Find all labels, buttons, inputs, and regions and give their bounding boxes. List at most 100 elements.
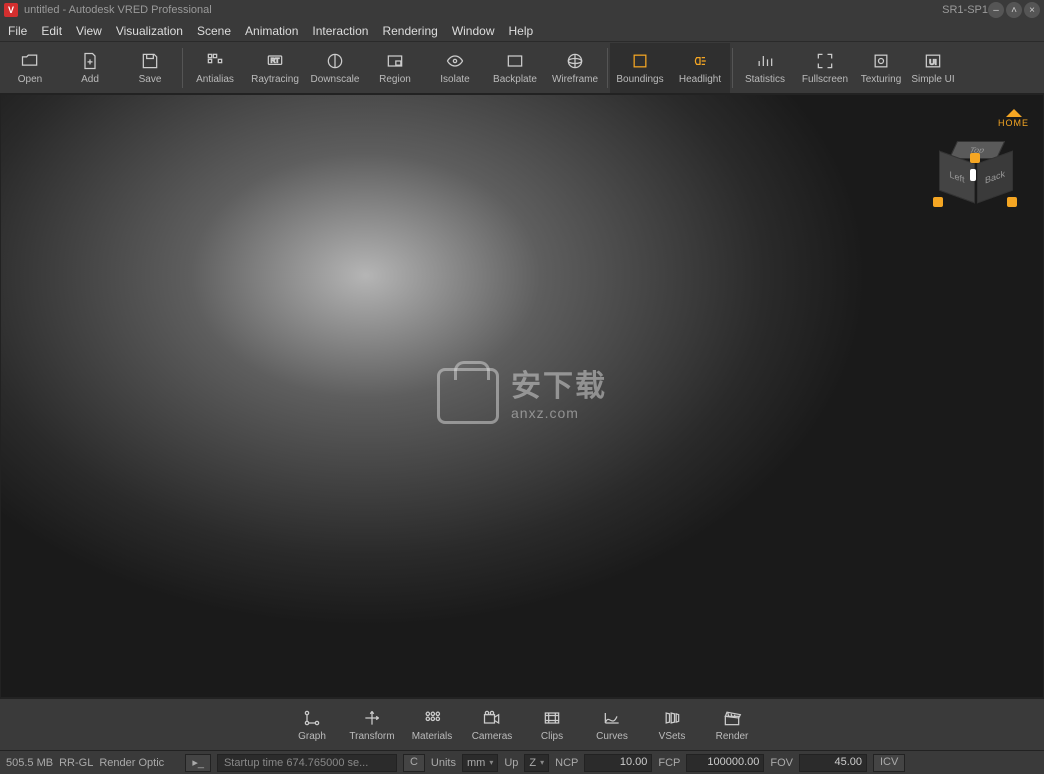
- add-button[interactable]: Add: [60, 43, 120, 93]
- save-button[interactable]: Save: [120, 43, 180, 93]
- folder-open-icon: [18, 50, 42, 72]
- boundings-button[interactable]: Boundings: [610, 43, 670, 93]
- sr-label: SR1-SP1: [942, 4, 988, 16]
- up-dropdown[interactable]: Z: [524, 754, 549, 772]
- transform-button[interactable]: Transform: [342, 700, 402, 750]
- ui-icon: UI: [921, 50, 945, 72]
- wireframe-label: Wireframe: [552, 74, 598, 85]
- region-label: Region: [379, 74, 411, 85]
- simple-ui-label: Simple UI: [911, 74, 954, 85]
- menu-interaction[interactable]: Interaction: [312, 24, 368, 38]
- ncp-label: NCP: [555, 757, 578, 769]
- units-dropdown[interactable]: mm: [462, 754, 498, 772]
- clips-label: Clips: [541, 731, 563, 742]
- region-button[interactable]: Region: [365, 43, 425, 93]
- render-button[interactable]: Render: [702, 700, 762, 750]
- clapper-icon: [720, 707, 744, 729]
- cube-face-back[interactable]: Back: [977, 150, 1013, 203]
- transform-label: Transform: [349, 731, 394, 742]
- boundings-label: Boundings: [616, 74, 663, 85]
- menu-animation[interactable]: Animation: [245, 24, 298, 38]
- backplate-icon: [503, 50, 527, 72]
- statistics-label: Statistics: [745, 74, 785, 85]
- menu-edit[interactable]: Edit: [41, 24, 62, 38]
- memory-label: 505.5 MB: [6, 757, 53, 769]
- menu-file[interactable]: File: [8, 24, 27, 38]
- startup-message: Startup time 674.765000 se...: [217, 754, 397, 772]
- vsets-label: VSets: [659, 731, 686, 742]
- c-button[interactable]: C: [403, 754, 425, 772]
- curves-label: Curves: [596, 731, 628, 742]
- clips-button[interactable]: Clips: [522, 700, 582, 750]
- svg-text:UI: UI: [929, 57, 937, 66]
- cube-face-top[interactable]: Top: [949, 141, 1005, 159]
- backplate-label: Backplate: [493, 74, 537, 85]
- vsets-button[interactable]: VSets: [642, 700, 702, 750]
- statistics-icon: [753, 50, 777, 72]
- divider: [182, 48, 183, 88]
- ncp-field[interactable]: 10.00: [584, 754, 652, 772]
- texturing-label: Texturing: [861, 74, 902, 85]
- simple-ui-button[interactable]: UI Simple UI: [907, 43, 959, 93]
- open-button[interactable]: Open: [0, 43, 60, 93]
- svg-text:RT: RT: [271, 58, 280, 65]
- fullscreen-button[interactable]: Fullscreen: [795, 43, 855, 93]
- curves-icon: [600, 707, 624, 729]
- graph-icon: [300, 707, 324, 729]
- open-label: Open: [18, 74, 42, 85]
- statistics-button[interactable]: Statistics: [735, 43, 795, 93]
- home-button[interactable]: HOME: [998, 109, 1029, 128]
- minimize-icon[interactable]: –: [988, 2, 1004, 18]
- fov-field[interactable]: 45.00: [799, 754, 867, 772]
- close-icon[interactable]: ×: [1024, 2, 1040, 18]
- cube-corner[interactable]: [970, 169, 976, 181]
- graph-button[interactable]: Graph: [282, 700, 342, 750]
- file-add-icon: [78, 50, 102, 72]
- fullscreen-icon: [813, 50, 837, 72]
- statusbar: 505.5 MB RR-GL Render Optic ▸_ Startup t…: [0, 750, 1044, 774]
- icv-button[interactable]: ICV: [873, 754, 905, 772]
- raytracing-button[interactable]: RTRaytracing: [245, 43, 305, 93]
- downscale-button[interactable]: Downscale: [305, 43, 365, 93]
- menu-help[interactable]: Help: [509, 24, 534, 38]
- units-value: mm: [467, 757, 485, 769]
- save-icon: [138, 50, 162, 72]
- render-label: Render: [716, 731, 749, 742]
- cube-corner[interactable]: [970, 153, 980, 163]
- menu-window[interactable]: Window: [452, 24, 495, 38]
- vsets-icon: [660, 707, 684, 729]
- menu-rendering[interactable]: Rendering: [382, 24, 437, 38]
- materials-button[interactable]: Materials: [402, 700, 462, 750]
- transform-icon: [360, 707, 384, 729]
- menu-visualization[interactable]: Visualization: [116, 24, 183, 38]
- cameras-button[interactable]: Cameras: [462, 700, 522, 750]
- bottombar: Graph Transform Materials Cameras Clips …: [0, 698, 1044, 750]
- nav-cube[interactable]: HOME Top Left Back: [919, 109, 1029, 219]
- curves-button[interactable]: Curves: [582, 700, 642, 750]
- cube-corner[interactable]: [1007, 197, 1017, 207]
- headlight-button[interactable]: Headlight: [670, 43, 730, 93]
- menu-scene[interactable]: Scene: [197, 24, 231, 38]
- render-optic[interactable]: Render Optic: [99, 757, 179, 769]
- wireframe-button[interactable]: Wireframe: [545, 43, 605, 93]
- backplate-button[interactable]: Backplate: [485, 43, 545, 93]
- texturing-button[interactable]: Texturing: [855, 43, 907, 93]
- cube-face-left[interactable]: Left: [939, 150, 975, 203]
- materials-label: Materials: [412, 731, 453, 742]
- bag-icon: [437, 368, 499, 424]
- add-label: Add: [81, 74, 99, 85]
- maximize-icon[interactable]: ˄: [1006, 2, 1022, 18]
- antialias-label: Antialias: [196, 74, 234, 85]
- raytracing-icon: RT: [263, 50, 287, 72]
- viewport[interactable]: 安下载 anxz.com HOME Top Left Back: [0, 94, 1044, 698]
- isolate-button[interactable]: Isolate: [425, 43, 485, 93]
- titlebar: V untitled - Autodesk VRED Professional …: [0, 0, 1044, 20]
- wireframe-icon: [563, 50, 587, 72]
- fcp-field[interactable]: 100000.00: [686, 754, 764, 772]
- antialias-button[interactable]: Antialias: [185, 43, 245, 93]
- antialias-icon: [203, 50, 227, 72]
- cube-corner[interactable]: [933, 197, 943, 207]
- app-icon: V: [4, 3, 18, 17]
- terminal-icon[interactable]: ▸_: [185, 754, 211, 772]
- menu-view[interactable]: View: [76, 24, 102, 38]
